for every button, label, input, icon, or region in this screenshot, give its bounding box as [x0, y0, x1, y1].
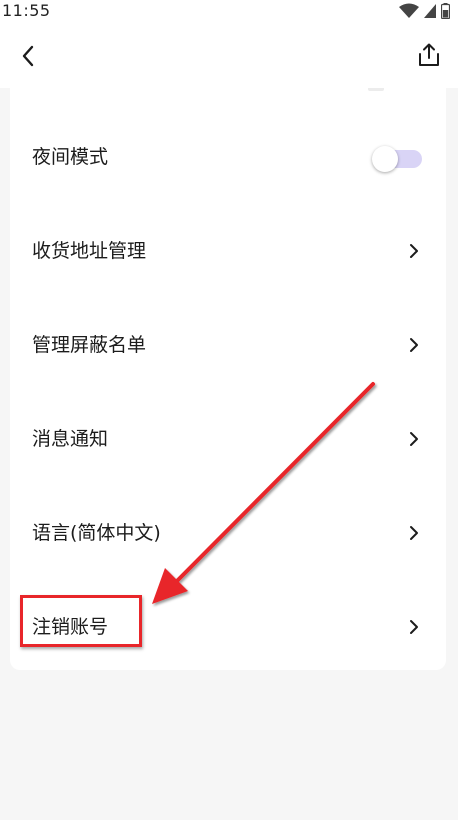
setting-label-notifications: 消息通知: [32, 428, 109, 450]
wifi-icon: [399, 3, 419, 18]
status-icons: [399, 3, 450, 19]
chevron-right-icon: [408, 337, 420, 353]
share-icon: [419, 43, 439, 66]
chevron-right-icon: [408, 431, 420, 447]
setting-label-language: 语言(简体中文): [32, 522, 161, 544]
chevron-right-icon: [408, 619, 420, 635]
top-bar: [0, 24, 458, 88]
setting-block-list[interactable]: 管理屏蔽名单: [10, 298, 446, 392]
signal-icon: [424, 4, 436, 18]
setting-delete-account[interactable]: 注销账号: [10, 580, 446, 674]
status-time: 11:55: [2, 1, 51, 20]
setting-label-block-list: 管理屏蔽名单: [32, 334, 147, 356]
setting-label-night-mode: 夜间模式: [32, 146, 109, 168]
toggle-knob: [372, 146, 398, 172]
setting-night-mode[interactable]: 夜间模式: [10, 110, 446, 204]
setting-shipping-address[interactable]: 收货地址管理: [10, 204, 446, 298]
battery-icon: [441, 3, 450, 19]
setting-label-delete-account: 注销账号: [32, 616, 109, 638]
setting-label-shipping-address: 收货地址管理: [32, 240, 147, 262]
setting-notifications[interactable]: 消息通知: [10, 392, 446, 486]
share-button[interactable]: [414, 40, 444, 70]
back-button[interactable]: [14, 42, 42, 70]
night-mode-toggle[interactable]: [372, 146, 426, 172]
chevron-left-icon: [22, 45, 34, 67]
settings-card: 夜间模式 收货地址管理 管理屏蔽名单 消息通知 语言(简体中文) 注销账号: [10, 88, 446, 670]
status-bar: 11:55: [0, 0, 458, 24]
chevron-right-icon: [408, 243, 420, 259]
chevron-right-icon: [408, 525, 420, 541]
setting-language[interactable]: 语言(简体中文): [10, 486, 446, 580]
card-scroll-edge: [368, 88, 384, 91]
